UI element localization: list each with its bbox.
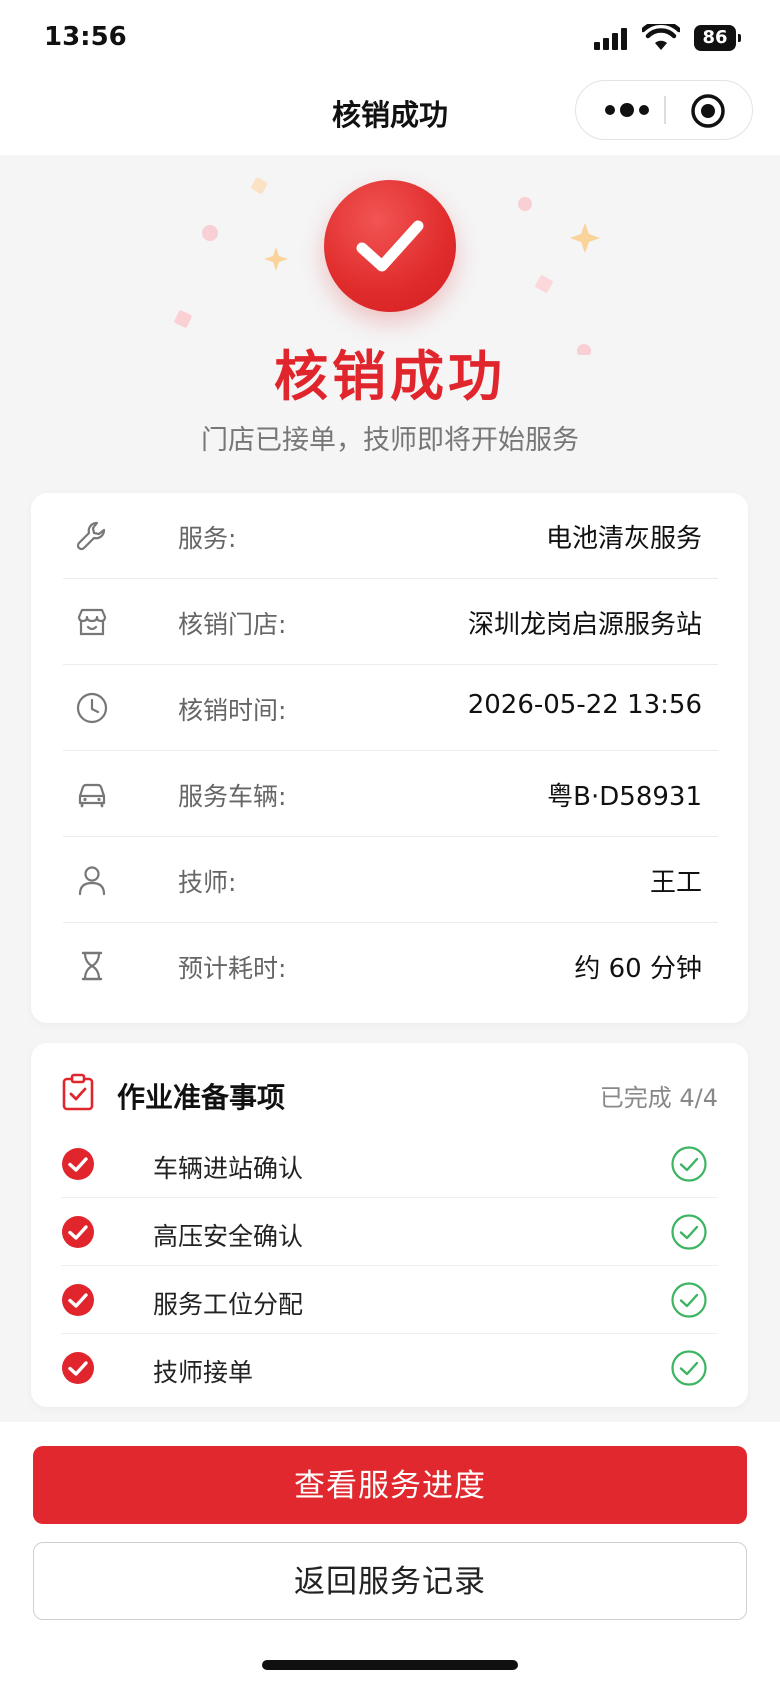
prep-item-label: 车辆进站确认 — [153, 1154, 304, 1183]
status-bar: 13:56 86 — [0, 0, 780, 80]
info-label: 服务车辆: — [178, 782, 287, 811]
verification-info-card: 服务: 电池清灰服务 核销门店: 深圳龙岗启源服务站 核销时间: 2026-05… — [31, 493, 748, 1023]
hourglass-icon — [81, 951, 103, 981]
prep-item: 高压安全确认 — [61, 1198, 718, 1266]
red-check-icon — [62, 1284, 94, 1316]
info-label: 预计耗时: — [178, 954, 287, 983]
person-icon — [78, 866, 106, 896]
red-check-icon — [62, 1148, 94, 1180]
prep-item-label: 高压安全确认 — [153, 1222, 304, 1251]
red-check-icon — [62, 1352, 94, 1384]
close-target-icon[interactable] — [690, 93, 726, 129]
info-row-service: 服务: 电池清灰服务 — [63, 493, 718, 579]
success-subtitle: 门店已接单，技师即将开始服务 — [201, 425, 579, 456]
view-progress-button[interactable]: 查看服务进度 — [33, 1446, 747, 1524]
prep-item-label: 技师接单 — [153, 1358, 254, 1387]
capsule-divider — [664, 96, 666, 124]
success-check-badge — [324, 180, 456, 312]
store-icon — [77, 608, 107, 636]
prep-item: 技师接单 — [61, 1334, 718, 1402]
mini-program-capsule — [575, 80, 753, 140]
info-label: 服务: — [178, 524, 237, 553]
info-label: 核销时间: — [178, 696, 287, 725]
clock-icon — [76, 692, 108, 724]
green-check-circle-icon — [671, 1214, 707, 1250]
info-value: 2026-05-22 13:56 — [467, 690, 702, 720]
green-check-circle-icon — [671, 1350, 707, 1386]
green-check-circle-icon — [671, 1282, 707, 1318]
success-hero: 核销成功 门店已接单，技师即将开始服务 — [0, 155, 780, 475]
info-value: 约 60 分钟 — [574, 954, 702, 984]
green-check-circle-icon — [671, 1146, 707, 1182]
wrench-icon — [76, 521, 106, 551]
back-to-records-button[interactable]: 返回服务记录 — [33, 1542, 747, 1620]
success-title: 核销成功 — [274, 345, 506, 408]
info-value: 王工 — [649, 868, 702, 898]
wifi-icon — [642, 24, 680, 50]
info-label: 核销门店: — [178, 610, 287, 639]
info-row-store: 核销门店: 深圳龙岗启源服务站 — [63, 579, 718, 665]
more-icon[interactable] — [602, 98, 652, 122]
top-bar: 13:56 86 核销成功 — [0, 0, 780, 155]
preparation-card: 作业准备事项 已完成 4/4 车辆进站确认 高压安全确认 服务工位分配 技师接单 — [31, 1043, 748, 1407]
preparation-progress: 已完成 4/4 — [599, 1084, 718, 1112]
checkmark-icon — [356, 220, 424, 272]
clipboard-check-icon — [62, 1073, 94, 1111]
prep-item: 车辆进站确认 — [61, 1130, 718, 1198]
info-row-time: 核销时间: 2026-05-22 13:56 — [63, 665, 718, 751]
info-row-technician: 技师: 王工 — [63, 837, 718, 923]
prep-item-label: 服务工位分配 — [153, 1290, 304, 1319]
battery-indicator: 86 — [694, 25, 741, 51]
red-check-icon — [62, 1216, 94, 1248]
info-value: 电池清灰服务 — [545, 524, 702, 554]
status-time: 13:56 — [44, 22, 127, 52]
info-row-duration: 预计耗时: 约 60 分钟 — [63, 923, 718, 1009]
info-row-vehicle: 服务车辆: 粤B·D58931 — [63, 751, 718, 837]
cellular-signal-icon — [594, 28, 630, 50]
info-value: 深圳龙岗启源服务站 — [467, 610, 702, 640]
info-value: 粤B·D58931 — [547, 782, 702, 812]
prep-item: 服务工位分配 — [61, 1266, 718, 1334]
info-label: 技师: — [178, 868, 237, 897]
preparation-title: 作业准备事项 — [117, 1081, 286, 1114]
car-icon — [78, 783, 106, 808]
home-indicator — [262, 1660, 518, 1670]
